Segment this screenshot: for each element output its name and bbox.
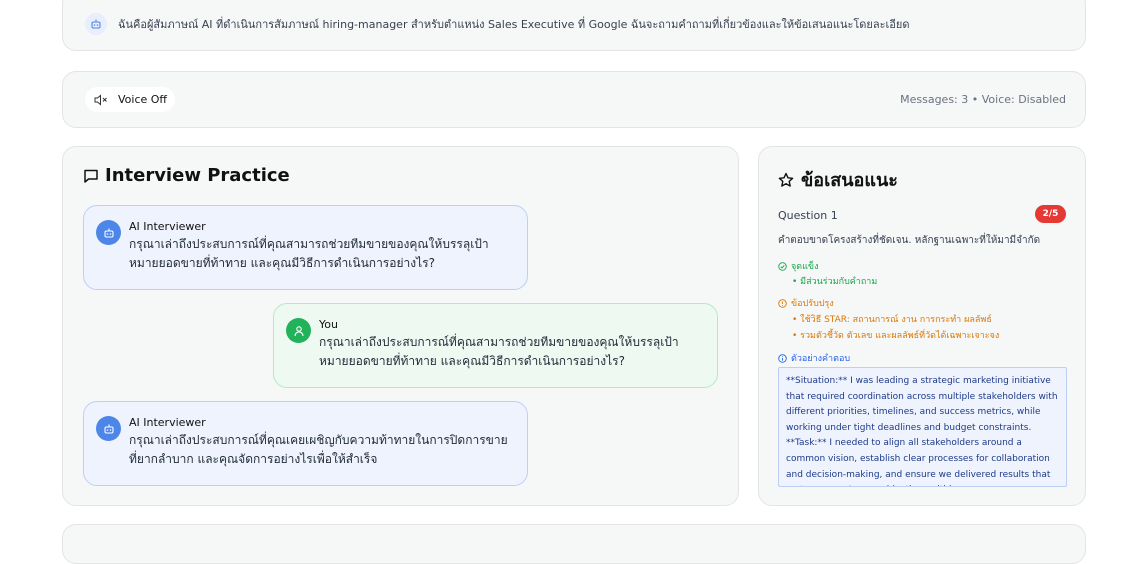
- message-sender: AI Interviewer: [129, 416, 206, 429]
- interview-practice-panel: Interview Practice AI Interviewer กรุณาเ…: [62, 146, 739, 506]
- check-circle-icon: [778, 261, 787, 271]
- panel-title: Interview Practice: [83, 165, 290, 186]
- user-avatar-icon: [286, 318, 311, 343]
- feedback-summary: คำตอบขาดโครงสร้างที่ชัดเจน. หลักฐานเฉพาะ…: [778, 235, 1041, 246]
- bot-icon: [85, 13, 107, 35]
- alert-circle-icon: [778, 298, 787, 308]
- improvement-item: • ใช้วิธี STAR: สถานการณ์ งาน การกระทำ ผ…: [792, 315, 992, 325]
- question-label: Question 1: [778, 209, 838, 222]
- message-sender: AI Interviewer: [129, 220, 206, 233]
- bot-avatar-icon: [96, 416, 121, 441]
- voice-toggle-button[interactable]: Voice Off: [85, 87, 175, 112]
- chat-message: AI Interviewer กรุณาเล่าถึงประสบการณ์ที่…: [83, 205, 528, 290]
- bot-avatar-icon: [96, 220, 121, 245]
- message-text: กรุณาเล่าถึงประสบการณ์ที่คุณสามารถช่วยที…: [129, 237, 489, 270]
- score-badge: 2/5: [1035, 205, 1066, 223]
- example-heading: ตัวอย่างคำตอบ: [778, 351, 850, 365]
- suggestions-panel: ข้อเสนอแนะ Question 1 2/5 คำตอบขาดโครงสร…: [758, 146, 1086, 506]
- improvements-heading: ข้อปรับปรุง: [778, 296, 834, 310]
- intro-card: ฉันคือผู้สัมภาษณ์ AI ที่ดำเนินการสัมภาษณ…: [62, 0, 1086, 51]
- message-text: กรุณาเล่าถึงประสบการณ์ที่คุณสามารถช่วยที…: [319, 335, 679, 368]
- info-icon: [778, 353, 787, 363]
- message-text: กรุณาเล่าถึงประสบการณ์ที่คุณเคยเผชิญกับค…: [129, 433, 508, 466]
- chat-message: You กรุณาเล่าถึงประสบการณ์ที่คุณสามารถช่…: [273, 303, 718, 388]
- intro-text: ฉันคือผู้สัมภาษณ์ AI ที่ดำเนินการสัมภาษณ…: [118, 18, 910, 31]
- chat-icon: [84, 169, 98, 183]
- suggestions-title: ข้อเสนอแนะ: [778, 165, 898, 194]
- next-section-card: [62, 524, 1086, 564]
- strength-item: • มีส่วนร่วมกับคำถาม: [792, 277, 878, 287]
- voice-toggle-label: Voice Off: [118, 93, 168, 106]
- strengths-heading: จุดแข็ง: [778, 259, 818, 273]
- example-answer[interactable]: **Situation:** I was leading a strategic…: [778, 367, 1067, 487]
- voice-bar: Voice Off Messages: 3 • Voice: Disabled: [62, 71, 1086, 128]
- speaker-muted-icon: [94, 93, 107, 106]
- session-status: Messages: 3 • Voice: Disabled: [900, 93, 1066, 106]
- message-sender: You: [319, 318, 338, 331]
- star-icon: [778, 172, 794, 187]
- improvement-item: • รวมตัวชี้วัด ตัวเลข และผลลัพธ์ที่วัดได…: [792, 331, 1000, 341]
- chat-message: AI Interviewer กรุณาเล่าถึงประสบการณ์ที่…: [83, 401, 528, 486]
